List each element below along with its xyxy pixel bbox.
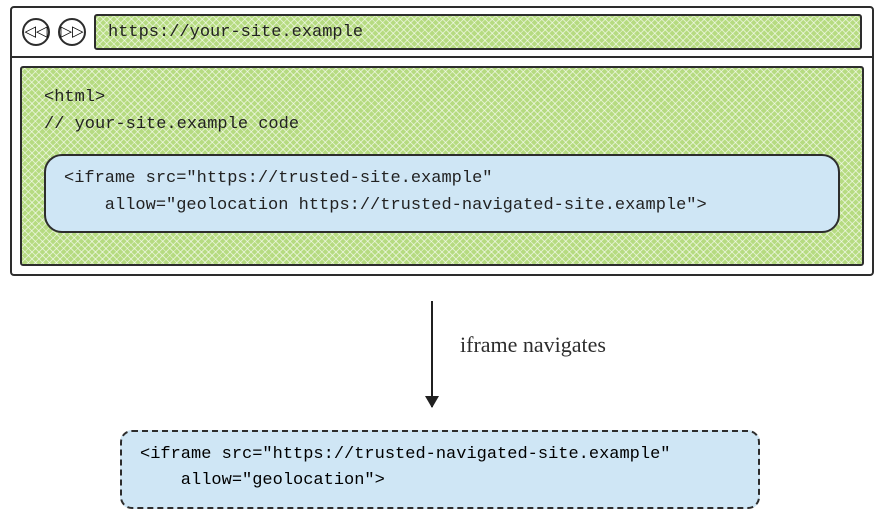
- browser-window: ◁◁ ▷▷ https://your-site.example <html> /…: [10, 6, 874, 276]
- address-bar[interactable]: https://your-site.example: [94, 14, 862, 50]
- browser-toolbar: ◁◁ ▷▷ https://your-site.example: [12, 8, 872, 58]
- arrow-head-icon: [425, 396, 439, 408]
- iframe1-line2: allow="geolocation https://trusted-navig…: [64, 196, 707, 215]
- page-comment: // your-site.example code: [44, 111, 840, 138]
- navigation-arrow: [431, 301, 433, 407]
- page-content: <html> // your-site.example code <iframe…: [20, 66, 864, 266]
- fastforward-icon: ▷▷: [60, 25, 83, 40]
- iframe2-line2: allow="geolocation">: [140, 471, 385, 490]
- arrow-label: iframe navigates: [460, 332, 606, 358]
- forward-button[interactable]: ▷▷: [58, 18, 86, 46]
- iframe-original: <iframe src="https://trusted-site.exampl…: [44, 154, 840, 233]
- rewind-icon: ◁◁: [24, 25, 47, 40]
- browser-viewport: <html> // your-site.example code <iframe…: [12, 58, 872, 274]
- html-open-tag: <html>: [44, 84, 840, 111]
- iframe2-line1: <iframe src="https://trusted-navigated-s…: [140, 445, 671, 464]
- arrow-line: [431, 301, 433, 407]
- iframe1-line1: <iframe src="https://trusted-site.exampl…: [64, 169, 492, 188]
- iframe-navigated: <iframe src="https://trusted-navigated-s…: [120, 430, 760, 509]
- back-button[interactable]: ◁◁: [22, 18, 50, 46]
- address-bar-url: https://your-site.example: [108, 23, 363, 42]
